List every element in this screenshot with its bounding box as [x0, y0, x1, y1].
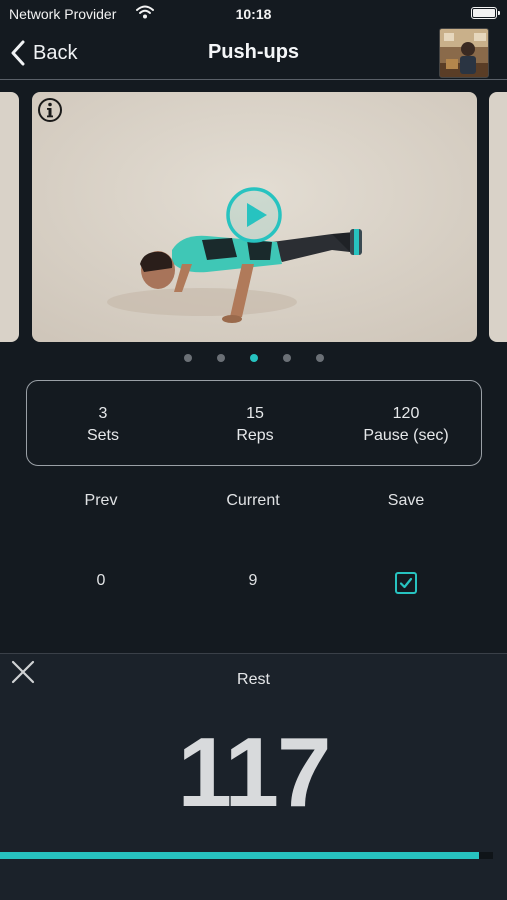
column-header-current: Current: [226, 492, 280, 509]
rest-progress-fill: [0, 852, 480, 859]
reps-value: 15: [246, 405, 264, 422]
save-checkbox[interactable]: [395, 572, 417, 594]
profile-avatar[interactable]: [439, 28, 489, 78]
battery-icon: [471, 7, 500, 19]
prev-value: 0: [96, 572, 106, 589]
rest-timer-panel: Rest 117: [0, 653, 507, 900]
page-dot[interactable]: [316, 354, 324, 362]
page-dot[interactable]: [283, 354, 291, 362]
page-title: Push-ups: [207, 41, 300, 63]
pause-label: Pause (sec): [363, 427, 449, 444]
next-slide[interactable]: [489, 92, 507, 342]
sets-value: 3: [98, 405, 108, 422]
checkmark-icon: [399, 577, 413, 589]
exercise-stats: 3 Sets 15 Reps 120 Pause (sec): [26, 380, 482, 466]
page-dot[interactable]: [250, 354, 258, 362]
clock-time: 10:18: [235, 6, 272, 22]
previous-slide[interactable]: [0, 92, 19, 342]
rest-progress-bar: [0, 852, 493, 859]
pause-value: 120: [392, 405, 420, 422]
status-bar: Network Provider 10:18: [0, 0, 507, 28]
rest-label: Rest: [237, 671, 270, 688]
sets-label: Sets: [86, 427, 119, 444]
reps-label: Reps: [236, 427, 274, 444]
page-dot[interactable]: [217, 354, 225, 362]
play-icon[interactable]: [225, 186, 283, 244]
sets-stat: 3 Sets: [27, 403, 179, 447]
pause-stat: 120 Pause (sec): [330, 403, 482, 447]
rest-countdown: 117: [177, 717, 331, 827]
current-value[interactable]: 9: [178, 572, 328, 590]
column-header-prev: Prev: [84, 492, 118, 509]
navigation-bar: Back Push-ups: [0, 28, 507, 80]
page-dot[interactable]: [184, 354, 192, 362]
info-icon[interactable]: [37, 97, 63, 123]
column-header-save: Save: [387, 492, 425, 509]
reps-stat: 15 Reps: [179, 403, 331, 447]
carousel-page-indicator[interactable]: [0, 352, 507, 364]
